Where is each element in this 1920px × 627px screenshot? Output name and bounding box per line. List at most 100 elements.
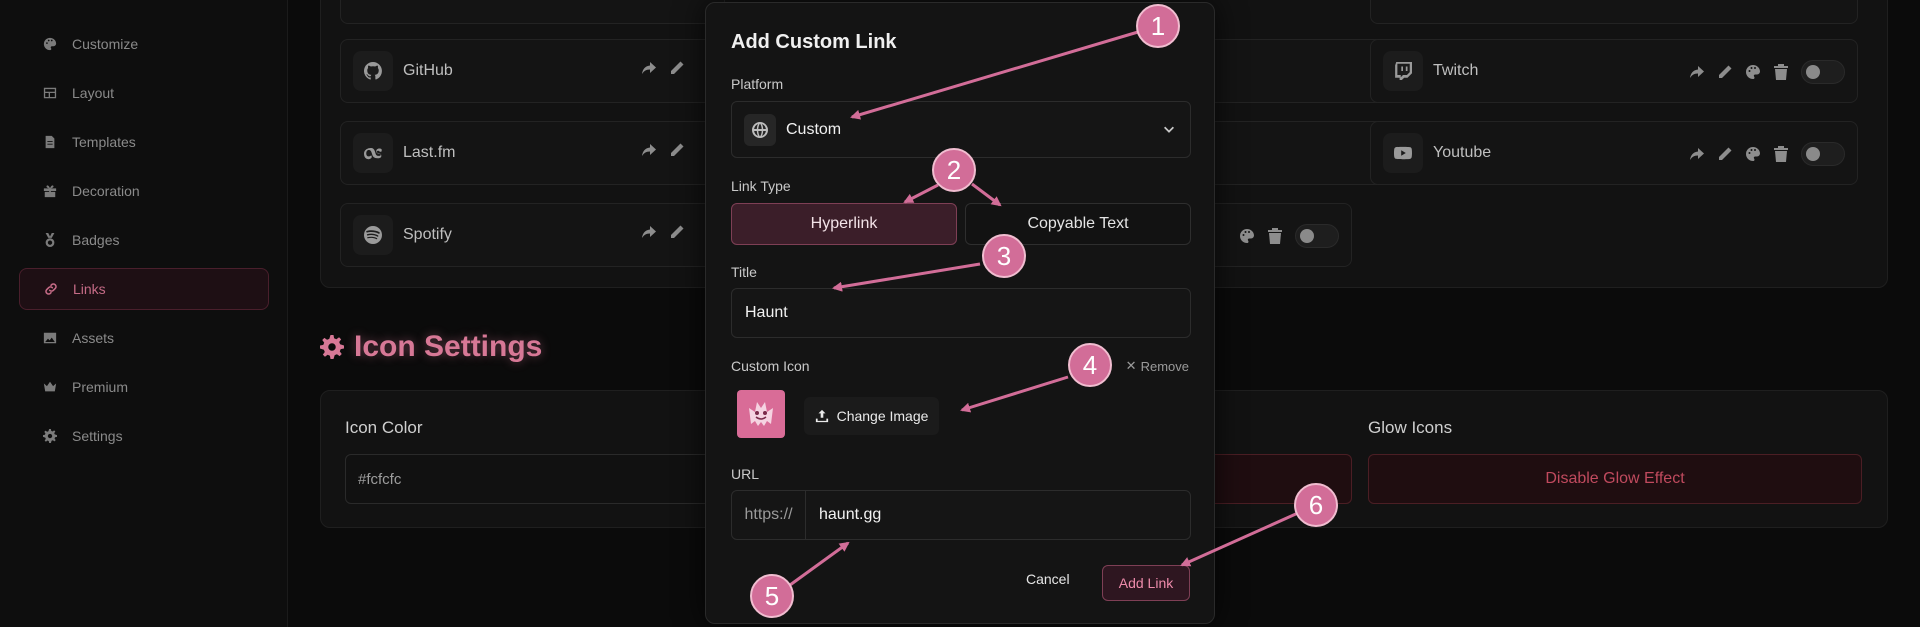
remove-label: Remove	[1140, 358, 1189, 374]
image-icon	[43, 331, 57, 345]
sidebar-item-label: Settings	[72, 428, 123, 444]
upload-icon	[815, 409, 828, 423]
sidebar: Customize Layout Templates Decoration Ba…	[0, 0, 288, 627]
annotation-badge-1: 1	[1136, 4, 1180, 48]
sidebar-item-decoration[interactable]: Decoration	[19, 170, 269, 212]
trash-icon[interactable]	[1773, 64, 1789, 80]
palette-icon[interactable]	[1745, 146, 1761, 162]
file-icon	[43, 135, 57, 149]
sidebar-item-label: Links	[73, 281, 106, 297]
badge-icon	[43, 233, 57, 247]
add-link-button[interactable]: Add Link	[1102, 565, 1190, 601]
link-card-youtube[interactable]: Youtube	[1370, 121, 1858, 185]
link-type-hyperlink[interactable]: Hyperlink	[731, 203, 957, 245]
sidebar-item-label: Decoration	[72, 183, 140, 199]
sidebar-item-premium[interactable]: Premium	[19, 366, 269, 408]
link-icon	[44, 282, 58, 296]
github-icon	[353, 51, 393, 91]
link-name: Twitch	[1433, 62, 1479, 79]
icon-settings-heading: Icon Settings	[320, 330, 542, 364]
link-type-label: Link Type	[731, 178, 791, 194]
change-image-label: Change Image	[836, 408, 929, 424]
gift-icon	[43, 184, 57, 198]
lastfm-icon	[353, 133, 393, 173]
platform-label: Platform	[731, 76, 784, 92]
youtube-icon	[1383, 133, 1423, 173]
disable-glow-button[interactable]: Disable Glow Effect	[1368, 454, 1862, 504]
globe-icon	[744, 113, 776, 146]
cancel-button[interactable]: Cancel	[1026, 571, 1070, 587]
share-icon[interactable]	[641, 60, 657, 76]
sidebar-item-label: Assets	[72, 330, 115, 346]
link-card-github[interactable]: GitHub	[340, 39, 725, 103]
sidebar-item-layout[interactable]: Layout	[19, 72, 269, 114]
custom-icon-thumbnail	[737, 390, 785, 438]
edit-icon[interactable]	[669, 224, 685, 240]
url-prefix: https://	[732, 491, 806, 539]
edit-icon[interactable]	[1717, 146, 1733, 162]
link-card-spotify[interactable]: Spotify	[340, 203, 725, 267]
sidebar-item-label: Badges	[72, 232, 120, 248]
sidebar-item-templates[interactable]: Templates	[19, 121, 269, 163]
palette-icon[interactable]	[1239, 228, 1255, 244]
share-icon[interactable]	[641, 142, 657, 158]
edit-icon[interactable]	[669, 142, 685, 158]
edit-icon[interactable]	[1717, 64, 1733, 80]
visibility-toggle[interactable]	[1801, 142, 1845, 166]
edit-icon[interactable]	[669, 60, 685, 76]
trash-icon[interactable]	[1267, 228, 1283, 244]
annotation-badge-2: 2	[932, 148, 976, 192]
url-value: haunt.gg	[819, 506, 882, 523]
url-input[interactable]: https:// haunt.gg	[731, 490, 1191, 540]
sidebar-item-label: Templates	[72, 134, 136, 150]
link-card-partial	[1370, 0, 1858, 24]
sidebar-item-links[interactable]: Links	[19, 268, 269, 310]
sidebar-item-assets[interactable]: Assets	[19, 317, 269, 359]
link-name: Last.fm	[403, 144, 456, 161]
link-card-partial	[340, 0, 725, 24]
sidebar-item-customize[interactable]: Customize	[19, 23, 269, 65]
annotation-badge-4: 4	[1068, 343, 1112, 387]
layout-icon	[43, 86, 57, 100]
title-input[interactable]: Haunt	[731, 288, 1191, 338]
share-icon[interactable]	[1689, 64, 1705, 80]
glow-icons-label: Glow Icons	[1368, 418, 1453, 437]
icon-color-input[interactable]: #fcfcfc	[345, 454, 725, 504]
add-custom-link-modal: Add Custom Link Platform Custom Link Typ…	[705, 2, 1215, 624]
change-image-button[interactable]: Change Image	[804, 397, 939, 435]
link-name: Youtube	[1433, 144, 1492, 161]
share-icon[interactable]	[1689, 146, 1705, 162]
annotation-badge-5: 5	[750, 574, 794, 618]
icon-settings-title: Icon Settings	[354, 330, 543, 363]
gear-icon	[43, 429, 57, 443]
app-root: Customize Layout Templates Decoration Ba…	[0, 0, 1920, 627]
link-name: Spotify	[403, 226, 452, 243]
remove-icon-button[interactable]: ✕ Remove	[1126, 358, 1189, 374]
twitch-icon	[1383, 51, 1423, 91]
link-card-twitch[interactable]: Twitch	[1370, 39, 1858, 103]
sidebar-item-label: Customize	[72, 36, 139, 52]
crown-icon	[43, 380, 57, 394]
custom-icon-label: Custom Icon	[731, 358, 810, 374]
annotation-badge-3: 3	[982, 234, 1026, 278]
chevron-down-icon	[1162, 122, 1176, 136]
sidebar-item-badges[interactable]: Badges	[19, 219, 269, 261]
ghost-icon	[749, 402, 773, 426]
platform-value: Custom	[786, 120, 842, 138]
trash-icon[interactable]	[1773, 146, 1789, 162]
title-label: Title	[731, 264, 757, 280]
visibility-toggle[interactable]	[1801, 60, 1845, 84]
title-value: Haunt	[745, 304, 788, 321]
gear-icon	[320, 335, 344, 359]
share-icon[interactable]	[641, 224, 657, 240]
sidebar-item-label: Premium	[72, 379, 129, 395]
sidebar-item-settings[interactable]: Settings	[19, 415, 269, 457]
icon-color-label: Icon Color	[345, 418, 423, 437]
visibility-toggle[interactable]	[1295, 224, 1339, 248]
link-card-lastfm[interactable]: Last.fm	[340, 121, 725, 185]
link-name: GitHub	[403, 62, 453, 79]
spotify-icon	[353, 215, 393, 255]
palette-icon[interactable]	[1745, 64, 1761, 80]
url-label: URL	[731, 466, 760, 482]
close-icon: ✕	[1125, 358, 1137, 373]
